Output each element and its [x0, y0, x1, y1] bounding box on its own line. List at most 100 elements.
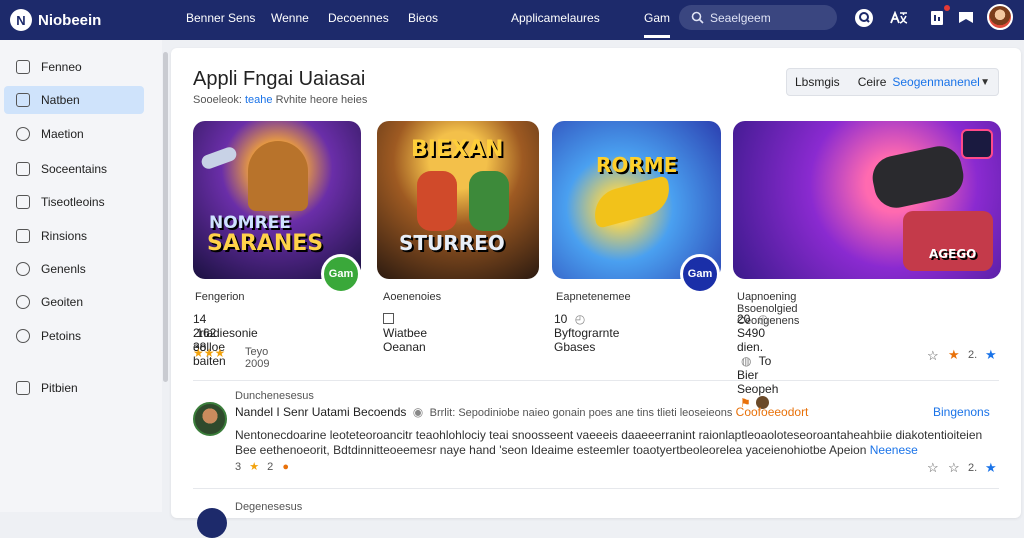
sidebar-item-3[interactable]: Maetion	[4, 120, 144, 148]
sidebar-item-10[interactable]: Pitbien	[4, 374, 144, 402]
link-icon: ◍	[741, 354, 751, 368]
sidebar-item-8[interactable]: Geoiten	[4, 288, 144, 316]
rating-count: 2.	[968, 349, 977, 361]
app-art-4[interactable]: AGEGO	[733, 121, 1001, 279]
projectile	[200, 145, 239, 170]
favorite-icon[interactable]: ☆	[948, 460, 960, 476]
sidebar-item-2-active[interactable]: Natben	[4, 86, 144, 114]
app-badge-3: Gam	[680, 254, 720, 294]
app-name: Niobeein	[38, 12, 101, 29]
hero-figure-right	[469, 171, 509, 231]
nav-link-6-active[interactable]: Gam	[644, 11, 670, 38]
translate-icon[interactable]	[888, 7, 910, 29]
subtitle-rest: Rvhite heore heies	[276, 94, 368, 106]
nav-link-2[interactable]: Wenne	[271, 11, 309, 25]
bookmark-icon[interactable]	[955, 7, 977, 29]
reviewer-avatar[interactable]	[197, 508, 227, 538]
reviewer-tag[interactable]: Coofoeeodort	[736, 405, 809, 419]
card-meta-1: 10 ◴ Byftograrnte Gbases	[554, 312, 619, 354]
art-title-bottom: AGEGO	[929, 247, 976, 261]
share-icon[interactable]: ★	[985, 460, 997, 476]
like-icon[interactable]: ☆	[927, 460, 939, 476]
gamepad-shape	[869, 142, 968, 212]
card-category: Aoenenoies	[383, 291, 441, 303]
sidebar-item-1[interactable]: Fenneo	[4, 53, 144, 81]
app-badge-1: Gam	[321, 254, 361, 294]
sidebar-item-label: Fenneo	[41, 60, 82, 74]
sidebar-item-label: Pitbien	[41, 381, 78, 395]
subtitle-highlight[interactable]: teahe	[245, 94, 273, 106]
sidebar-item-label: Genenls	[41, 262, 86, 276]
sort-dropdown[interactable]: Lbsmgis Ceire Seogenmanenel ▼	[786, 68, 999, 96]
sidebar-item-6[interactable]: Rinsions	[4, 222, 144, 250]
search-input[interactable]: Seaelgeem	[679, 5, 837, 30]
favorite-icon[interactable]: ★	[948, 347, 960, 363]
art-title-top: BIEXAN	[411, 137, 503, 162]
hero-figure	[248, 141, 308, 211]
reviewer-name-text: Nandel I Senr Uatami Becoends	[235, 405, 406, 419]
sort-label: Lbsmgis	[795, 75, 840, 89]
card-meta-1-text: Wiatbee Oeanan	[383, 326, 427, 354]
sort-field: Ceire	[858, 75, 887, 89]
search-icon	[691, 11, 704, 24]
app-logo[interactable]: N Niobeein	[10, 9, 170, 31]
block-shape	[903, 211, 993, 271]
nav-link-5[interactable]: Applicamelaures	[511, 11, 600, 25]
rating-text: Teyo 2009	[245, 346, 269, 370]
sidebar-item-5[interactable]: Tiseotleoins	[4, 188, 144, 216]
reviewer-avatar[interactable]	[193, 402, 227, 436]
art-title-top: RORME	[596, 153, 677, 177]
sidebar-scrollbar[interactable]	[163, 52, 168, 382]
search-placeholder: Seaelgeem	[710, 11, 771, 25]
card-category: Fengerion	[195, 291, 245, 303]
star-rating: ★★★	[193, 346, 225, 360]
card-meta-1: Wiatbee Oeanan	[383, 312, 427, 354]
nav-link-4[interactable]: Bieos	[408, 11, 438, 25]
sidebar-item-4[interactable]: Soceentains	[4, 155, 144, 183]
share-icon[interactable]: ★	[985, 347, 997, 363]
review-body-line-2: Bee eethenoeorit, Bdtdinnitteoeemesr nay…	[235, 443, 915, 458]
clock-icon: ◴	[575, 312, 585, 326]
sidebar-item-label: Geoiten	[41, 295, 83, 309]
review-body-line-1: Nentonecdoarine leoteteoroancitr teaohlo…	[235, 428, 985, 443]
sidebar-item-7[interactable]: Genenls	[4, 255, 144, 283]
page-title: Appli Fngai Uaiasai	[193, 68, 365, 91]
sidebar-item-label: Petoins	[41, 329, 81, 343]
clock-icon	[16, 262, 30, 276]
art-title-bottom: SARANES	[207, 231, 323, 256]
clock-icon: ◴	[758, 312, 768, 326]
like-icon[interactable]: ☆	[927, 348, 939, 364]
help-icon[interactable]	[853, 7, 875, 29]
grid-icon	[16, 93, 30, 107]
chat-icon	[16, 127, 30, 141]
sidebar-item-label: Natben	[41, 93, 80, 107]
sidebar-item-label: Rinsions	[41, 229, 87, 243]
review-count: 3	[235, 461, 241, 473]
subtitle-prefix: Sooeleok:	[193, 94, 242, 106]
sort-value: Seogenmanenel	[892, 75, 979, 89]
art-title-top: NOMREE	[209, 213, 291, 233]
notifications-icon[interactable]	[926, 7, 948, 29]
verified-icon: ◉	[413, 405, 423, 419]
review-meta: Brrlit: Sepodiniobe naieo gonain poes an…	[430, 407, 733, 419]
image-icon	[383, 313, 394, 324]
card-meta-count: 10	[554, 312, 567, 326]
section-divider	[193, 488, 999, 489]
sidebar-item-9[interactable]: Petoins	[4, 322, 144, 350]
nav-link-1[interactable]: Benner Sens	[186, 11, 255, 25]
reviews-link[interactable]: Bingenons	[933, 405, 990, 419]
nav-link-3[interactable]: Decoennes	[328, 11, 389, 25]
user-avatar[interactable]	[987, 4, 1013, 30]
card-category: Eapnetenemee	[556, 291, 631, 303]
app-art-2[interactable]: BIEXAN STURREO	[377, 121, 539, 279]
reviewer-name: Nandel I Senr Uatami Becoends ◉ Brrlit: …	[235, 405, 808, 419]
review-body-link[interactable]: Neenese	[870, 443, 918, 457]
logo-icon: N	[10, 9, 32, 31]
home-icon	[16, 60, 30, 74]
card-meta-1: 20 ◴ S490 dien. ◍ To Bier Seopeh ⚑	[737, 312, 778, 410]
search-icon	[16, 295, 30, 309]
hero-figure-left	[417, 171, 457, 231]
star-icon: ★	[249, 461, 259, 473]
section-divider	[193, 380, 999, 381]
review-heading: Degenesesus	[235, 501, 302, 513]
